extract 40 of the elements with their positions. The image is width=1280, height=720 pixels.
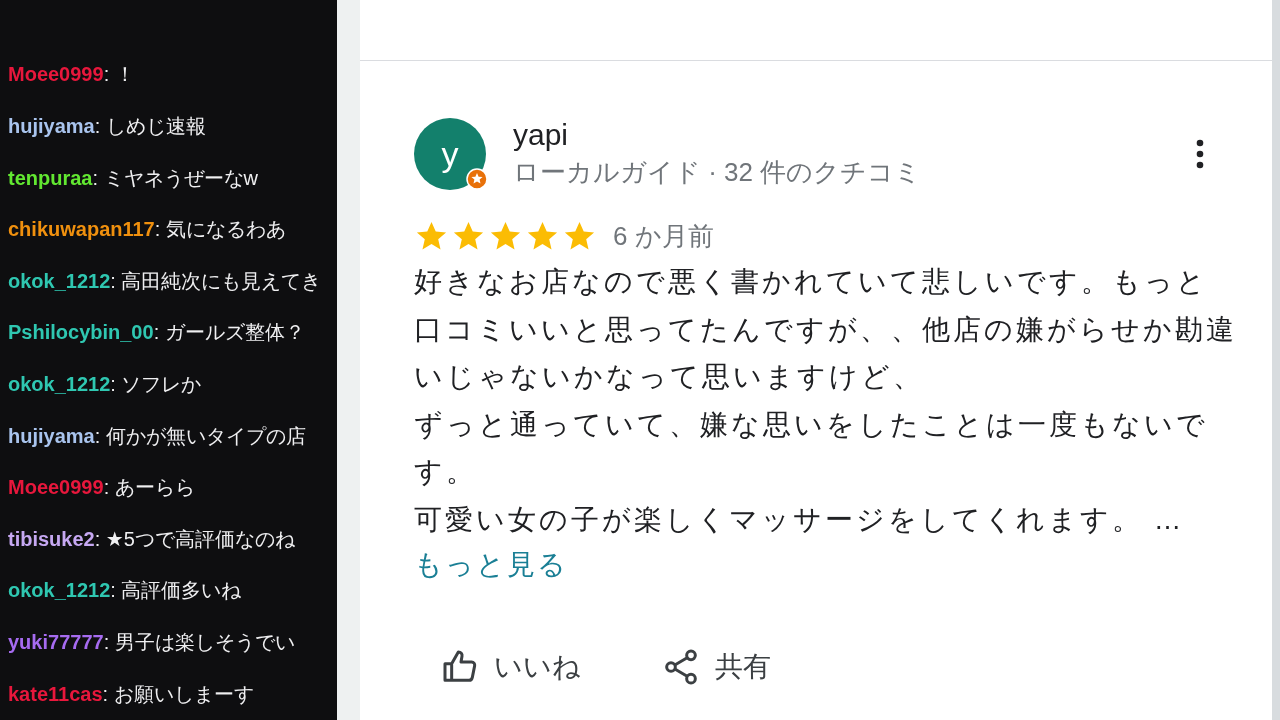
- avatar[interactable]: y: [414, 118, 486, 190]
- chat-username[interactable]: tibisuke2: [8, 527, 95, 551]
- chat-message: : 何かが無いタイプの店: [94, 423, 306, 449]
- chat-message: : ★5つで高評価なのね: [94, 526, 295, 552]
- chat-message: : ！: [103, 62, 135, 88]
- chat-username[interactable]: kate11cas: [8, 682, 103, 706]
- chat-message: : ガールズ整体？: [153, 320, 305, 346]
- chat-message: : ソフレか: [110, 371, 202, 397]
- more-link[interactable]: もっと見る: [414, 543, 568, 587]
- share-button[interactable]: 共有: [661, 647, 771, 687]
- review-text: す。: [414, 455, 478, 489]
- chat-message: : 男子は楽しそうでい: [103, 630, 295, 655]
- chat-message: : 気になるわあ: [154, 217, 286, 243]
- reviewer-info: ローカルガイド · 32 件のクチコミ: [513, 156, 922, 189]
- like-button[interactable]: いいね: [440, 647, 581, 687]
- chat-username[interactable]: Moee0999: [8, 63, 104, 87]
- chat-username[interactable]: Pshilocybin_00: [8, 321, 154, 345]
- chat-username[interactable]: chikuwapan117: [8, 218, 155, 242]
- chat-message: : ミヤネうぜーなw: [92, 165, 259, 191]
- chat-username[interactable]: Moee0999: [8, 476, 104, 500]
- review-text: いじゃないかなって思いますけど、: [414, 360, 925, 394]
- chat-message: : お願いしまーす: [102, 681, 254, 707]
- more-options-icon[interactable]: [1196, 139, 1204, 169]
- review-text: 口コミいいと思ってたんですが、、他店の嫌がらせか勘違: [414, 312, 1238, 347]
- chat-message: : 高田純次にも見えてき: [110, 268, 322, 294]
- chat-message: : あーらら: [103, 475, 195, 501]
- chat-message: : しめじ速報: [94, 113, 206, 139]
- chat-message: : 高評価多いね: [110, 578, 242, 604]
- review-text: 好きなお店なので悪く書かれていて悲しいです。もっと: [414, 265, 1209, 299]
- review-text: 可愛い女の子が楽しくマッサージをしてくれます。 …: [414, 502, 1186, 537]
- chat-username[interactable]: hujiyama: [8, 114, 95, 138]
- chat-username[interactable]: okok_1212: [8, 372, 111, 396]
- review-date: 6 か月前: [613, 220, 714, 253]
- chat-username[interactable]: okok_1212: [8, 579, 111, 603]
- chat-username[interactable]: hujiyama: [8, 424, 95, 448]
- reviewer-name[interactable]: yapi: [513, 117, 922, 153]
- chat-username[interactable]: yuki77777: [8, 631, 104, 654]
- review-text: ずっと通っていて、嫌な思いをしたことは一度もないで: [414, 407, 1209, 442]
- chat-username[interactable]: okok_1212: [8, 269, 111, 293]
- chat-username[interactable]: tenpuraa: [8, 166, 93, 190]
